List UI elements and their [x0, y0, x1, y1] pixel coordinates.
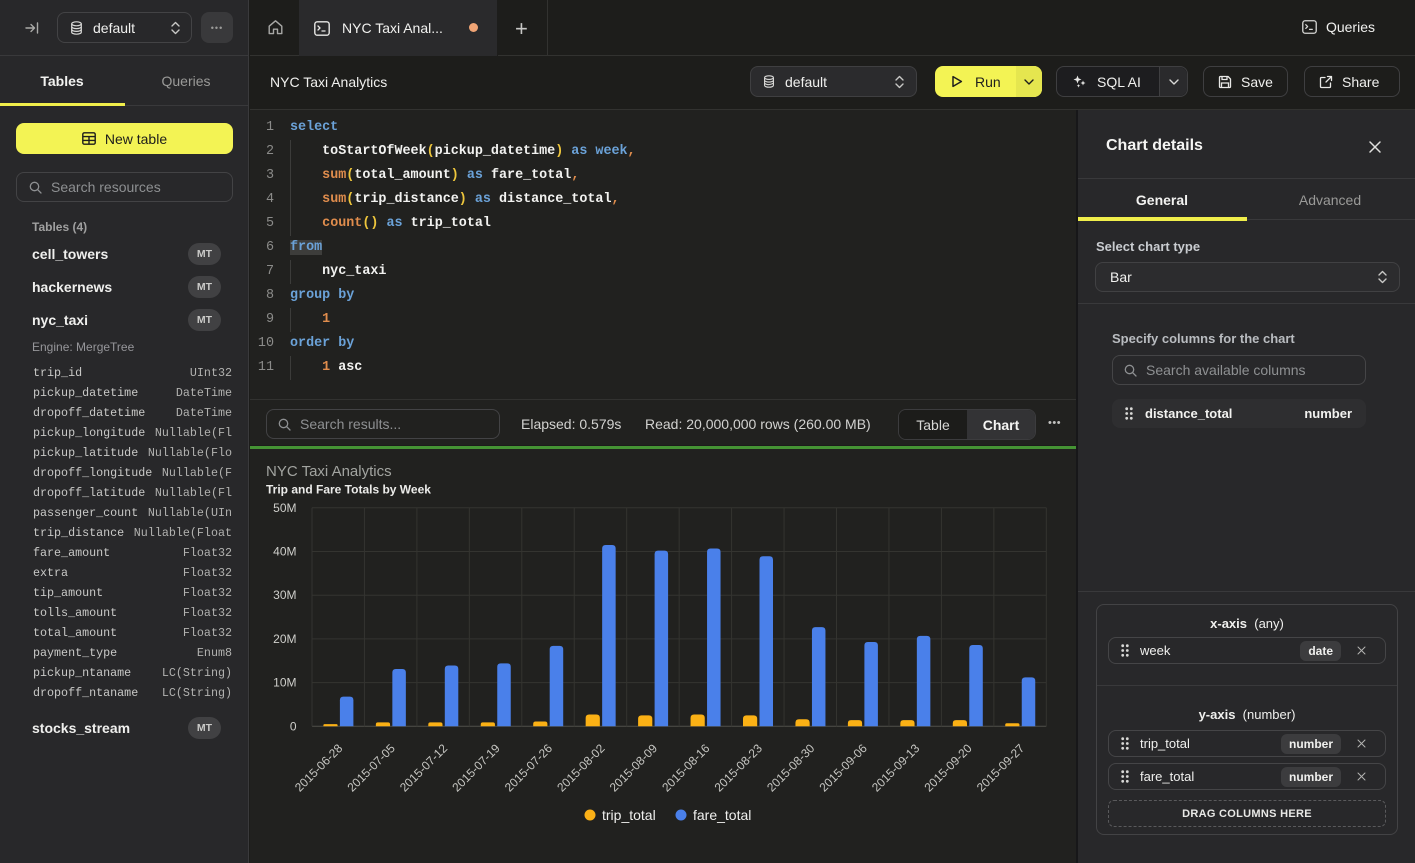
svg-text:0: 0 — [290, 719, 297, 733]
svg-text:2015-07-05: 2015-07-05 — [344, 741, 398, 795]
svg-text:2015-07-19: 2015-07-19 — [449, 741, 503, 795]
svg-text:2015-08-16: 2015-08-16 — [659, 741, 713, 795]
svg-text:2015-08-30: 2015-08-30 — [764, 741, 818, 795]
svg-text:2015-07-12: 2015-07-12 — [397, 741, 451, 795]
svg-text:fare_total: fare_total — [693, 807, 751, 823]
svg-text:20M: 20M — [273, 632, 296, 646]
svg-text:2015-06-28: 2015-06-28 — [292, 741, 346, 795]
svg-text:2015-09-06: 2015-09-06 — [817, 741, 871, 795]
svg-text:50M: 50M — [273, 501, 296, 515]
svg-text:10M: 10M — [273, 676, 296, 690]
svg-text:trip_total: trip_total — [602, 807, 656, 823]
svg-text:2015-09-20: 2015-09-20 — [921, 741, 975, 795]
svg-text:2015-09-27: 2015-09-27 — [974, 741, 1028, 795]
svg-text:Trip and Fare Totals by Week: Trip and Fare Totals by Week — [266, 483, 431, 497]
svg-text:2015-08-02: 2015-08-02 — [554, 741, 608, 795]
svg-text:NYC Taxi Analytics: NYC Taxi Analytics — [266, 463, 392, 480]
svg-text:2015-08-09: 2015-08-09 — [607, 741, 661, 795]
svg-text:2015-09-13: 2015-09-13 — [869, 741, 923, 795]
svg-text:30M: 30M — [273, 588, 296, 602]
svg-text:2015-07-26: 2015-07-26 — [502, 741, 556, 795]
svg-text:40M: 40M — [273, 545, 296, 559]
svg-text:2015-08-23: 2015-08-23 — [712, 741, 766, 795]
